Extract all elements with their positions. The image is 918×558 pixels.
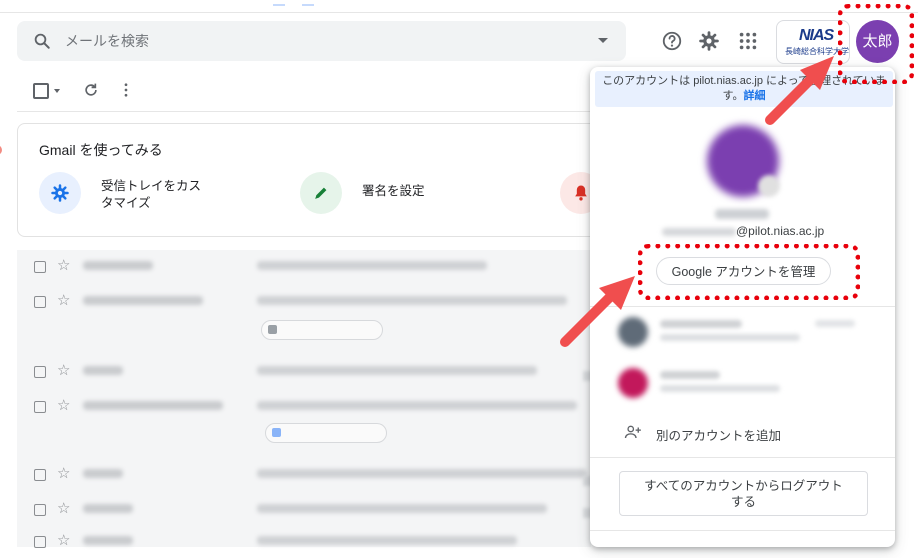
- subject-blurred: [257, 261, 487, 270]
- logo-text: NIAS: [799, 27, 834, 44]
- subject-blurred: [257, 536, 517, 545]
- table-row[interactable]: ☆: [17, 355, 591, 388]
- sender-blurred: [83, 366, 123, 375]
- account-panel: このアカウントは pilot.nias.ac.jp によって管理されていま す。…: [590, 67, 895, 547]
- gear-icon[interactable]: [698, 30, 720, 52]
- customize-inbox-label: 受信トレイをカス タマイズ: [101, 179, 202, 210]
- star-icon[interactable]: ☆: [57, 501, 70, 516]
- sender-blurred: [83, 469, 123, 478]
- table-row[interactable]: ☆: [17, 493, 591, 526]
- tab-indicator: [302, 4, 314, 6]
- row-checkbox[interactable]: [34, 401, 46, 413]
- search-bar[interactable]: [17, 21, 626, 61]
- subject-blurred: [257, 504, 547, 513]
- other-account-item[interactable]: [590, 309, 895, 357]
- side-indicator: [0, 145, 2, 155]
- subject-blurred: [257, 469, 587, 478]
- sender-blurred: [83, 401, 223, 410]
- manage-google-account-button[interactable]: Google アカウントを管理: [656, 257, 831, 285]
- select-chevron-down-icon[interactable]: [54, 89, 60, 93]
- top-divider: [0, 12, 918, 13]
- star-icon[interactable]: ☆: [57, 363, 70, 378]
- search-icon[interactable]: [33, 32, 51, 50]
- tab-indicator: [273, 4, 285, 6]
- help-icon[interactable]: [661, 30, 683, 52]
- other-account-item[interactable]: [590, 360, 895, 408]
- star-icon[interactable]: ☆: [57, 466, 70, 481]
- sender-blurred: [83, 536, 133, 545]
- account-avatar-button[interactable]: 太郎: [856, 20, 899, 63]
- camera-icon[interactable]: [758, 175, 780, 197]
- add-account-item[interactable]: 別のアカウントを追加: [590, 417, 895, 447]
- row-checkbox[interactable]: [34, 469, 46, 481]
- sender-blurred: [83, 504, 133, 513]
- account-email-blurred: [660, 334, 800, 341]
- subject-blurred: [257, 401, 577, 410]
- panel-divider: [590, 457, 895, 458]
- search-input[interactable]: [65, 21, 565, 61]
- profile-name-blurred: [715, 209, 769, 219]
- star-icon[interactable]: ☆: [57, 293, 70, 308]
- gear-icon: [39, 172, 81, 214]
- row-checkbox[interactable]: [34, 366, 46, 378]
- account-avatar: [618, 368, 648, 398]
- account-name-blurred: [660, 371, 720, 379]
- star-icon[interactable]: ☆: [57, 398, 70, 413]
- table-row[interactable]: ☆: [17, 458, 591, 491]
- star-icon[interactable]: ☆: [57, 533, 70, 548]
- table-row[interactable]: ☆: [17, 250, 591, 283]
- getting-started-card: Gmail を使ってみる 受信トレイをカス タマイズ 署名を設定: [17, 123, 619, 237]
- sign-out-all-button[interactable]: すべてのアカウントからログアウト する: [619, 471, 868, 516]
- getting-started-title: Gmail を使ってみる: [39, 142, 163, 158]
- add-account-label: 別のアカウントを追加: [656, 429, 782, 443]
- table-row[interactable]: ☆: [17, 390, 591, 423]
- managed-account-notice: このアカウントは pilot.nias.ac.jp によって管理されていま す。…: [595, 71, 893, 107]
- more-vert-icon[interactable]: [117, 81, 135, 99]
- add-person-icon: [624, 425, 641, 439]
- profile-email-blurred: [662, 228, 736, 236]
- table-row[interactable]: ☆: [17, 285, 591, 318]
- account-name-blurred: [660, 320, 742, 328]
- row-checkbox[interactable]: [34, 504, 46, 516]
- sender-blurred: [83, 261, 153, 270]
- select-all-checkbox[interactable]: [33, 83, 49, 99]
- attachment-chip[interactable]: [265, 423, 387, 443]
- profile-email-domain: @pilot.nias.ac.jp: [736, 224, 825, 238]
- row-checkbox[interactable]: [34, 261, 46, 273]
- email-list: ☆ ☆ ☆ ☆ ☆ ☆ ☆: [17, 250, 595, 548]
- details-link[interactable]: 詳細: [743, 90, 765, 102]
- subject-blurred: [257, 366, 537, 375]
- subject-blurred: [257, 296, 567, 305]
- sender-blurred: [83, 296, 203, 305]
- account-status-blurred: [815, 320, 855, 327]
- account-avatar: [618, 317, 648, 347]
- account-email-blurred: [660, 385, 780, 392]
- row-checkbox[interactable]: [34, 296, 46, 308]
- panel-divider: [590, 530, 895, 531]
- toolbar-divider: [17, 111, 591, 112]
- star-icon[interactable]: ☆: [57, 258, 70, 273]
- attachment-chip[interactable]: [261, 320, 383, 340]
- set-signature-label: 署名を設定: [362, 184, 425, 198]
- search-options-chevron-down-icon[interactable]: [598, 38, 608, 43]
- apps-icon[interactable]: [737, 30, 759, 52]
- refresh-icon[interactable]: [82, 81, 100, 99]
- panel-divider: [590, 306, 895, 307]
- logo-subtitle: 長崎総合科学大学: [785, 47, 849, 56]
- table-row[interactable]: ☆: [17, 525, 591, 558]
- organization-logo[interactable]: NIAS 長崎総合科学大学: [776, 20, 850, 64]
- row-checkbox[interactable]: [34, 536, 46, 548]
- pen-icon: [300, 172, 342, 214]
